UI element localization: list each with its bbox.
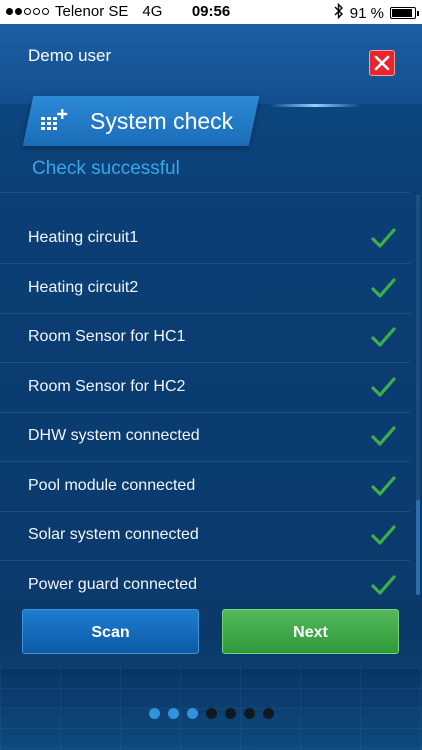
page-dot [262, 708, 274, 719]
check-icon [371, 277, 396, 298]
page-dot [148, 708, 160, 719]
battery-icon [390, 7, 419, 19]
page-dot [243, 708, 255, 719]
device-add-icon [40, 109, 68, 133]
list-item: Pool module connected [0, 463, 410, 512]
page-dot [167, 708, 179, 719]
partial-list-item [0, 180, 410, 193]
list-item: Heating circuit2 [0, 265, 410, 314]
check-icon [371, 426, 396, 446]
list-item-label: Heating circuit1 [28, 229, 139, 246]
page-dot [224, 708, 236, 719]
check-icon [371, 376, 396, 397]
app-header: Demo user [0, 24, 422, 104]
bluetooth-icon [334, 2, 344, 23]
list-item: Heating circuit1 [0, 215, 410, 264]
close-button[interactable] [369, 50, 395, 76]
check-icon [371, 327, 396, 347]
check-icon [371, 525, 396, 545]
check-icon [371, 574, 396, 595]
page-dot [186, 708, 198, 719]
check-icon [371, 228, 396, 248]
list-item-label: Solar system connected [28, 526, 199, 543]
list-item: DHW system connected [0, 413, 410, 462]
next-button[interactable]: Next [222, 609, 399, 654]
page-title-group: System check [40, 96, 233, 146]
battery-fill [392, 9, 413, 17]
check-status-message: Check successful [32, 158, 180, 179]
status-right: 91 % [334, 2, 419, 23]
scrollbar-thumb[interactable] [416, 500, 420, 595]
list-item: Room Sensor for HC2 [0, 364, 410, 413]
page-indicator [0, 708, 422, 719]
list-item: Room Sensor for HC1 [0, 314, 410, 363]
check-icon [371, 475, 396, 496]
page-title: System check [90, 107, 234, 134]
list-item-label: Pool module connected [28, 476, 196, 494]
list-item-label: Room Sensor for HC2 [28, 377, 186, 395]
list-item-label: Power guard connected [28, 575, 197, 593]
scan-button[interactable]: Scan [22, 609, 199, 654]
user-name: Demo user [28, 46, 112, 65]
list-scrollbar[interactable] [416, 195, 420, 595]
close-icon [374, 55, 390, 71]
banner-glow [270, 104, 360, 107]
list-item: Solar system connected [0, 512, 410, 561]
status-bar: Telenor SE 4G 09:56 91 % [0, 0, 422, 24]
check-list[interactable]: Heating circuit1 Heating circuit2 Room Sen… [0, 180, 422, 600]
battery-percent: 91 % [349, 4, 384, 22]
list-item: Power guard connected [0, 562, 410, 601]
list-item-label: Heating circuit2 [28, 278, 139, 296]
list-item-label: Room Sensor for HC1 [28, 328, 186, 345]
page-dot [205, 708, 217, 719]
list-item-label: DHW system connected [28, 427, 200, 444]
